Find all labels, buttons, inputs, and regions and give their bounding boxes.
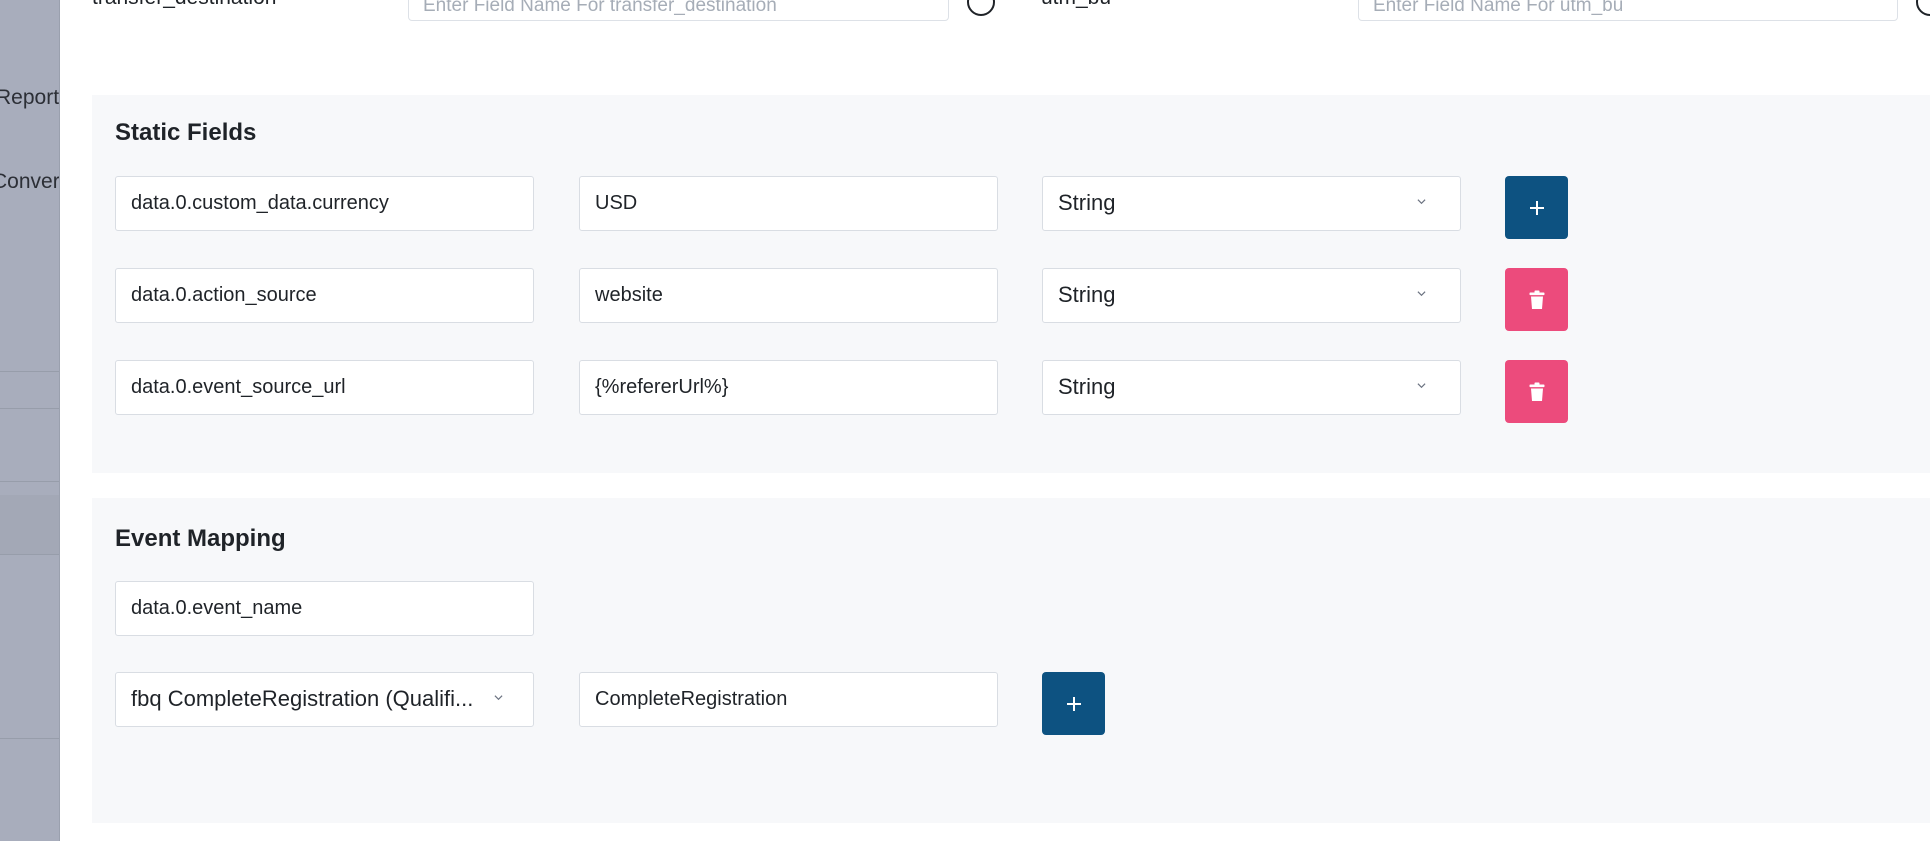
sidebar-divider bbox=[0, 554, 59, 555]
chevron-down-icon bbox=[1417, 291, 1426, 297]
trash-icon bbox=[1529, 382, 1544, 401]
static-field-type-value: String bbox=[1058, 374, 1116, 399]
event-select-value: fbq CompleteRegistration (Qualifi... bbox=[131, 686, 474, 711]
event-value-input[interactable] bbox=[579, 672, 998, 727]
chevron-down-icon bbox=[494, 695, 503, 701]
chevron-down-icon bbox=[1417, 199, 1426, 205]
sidebar-divider bbox=[0, 738, 59, 739]
static-field-type-select[interactable]: String bbox=[1042, 268, 1461, 323]
static-field-type-value: String bbox=[1058, 282, 1116, 307]
event-name-field-input[interactable] bbox=[115, 581, 534, 636]
static-field-type-select[interactable]: String bbox=[1042, 360, 1461, 415]
add-event-mapping-button[interactable] bbox=[1042, 672, 1105, 735]
static-field-key-input[interactable] bbox=[115, 268, 534, 323]
event-mapping-card: Event Mapping fbq CompleteRegistration (… bbox=[92, 498, 1930, 823]
static-field-value-input[interactable] bbox=[579, 268, 998, 323]
static-fields-card: Static Fields String String String bbox=[92, 95, 1930, 473]
add-static-field-button[interactable] bbox=[1505, 176, 1568, 239]
utm-bu-input[interactable] bbox=[1358, 0, 1898, 21]
trash-icon bbox=[1529, 290, 1544, 309]
main-content: transfer_destination utm_bu Static Field… bbox=[59, 0, 1930, 841]
sidebar-divider bbox=[0, 408, 59, 409]
sidebar-item-reports[interactable]: Report bbox=[0, 86, 59, 110]
delete-static-field-button[interactable] bbox=[1505, 360, 1568, 423]
sidebar-item-block[interactable] bbox=[0, 495, 59, 555]
event-mapping-title: Event Mapping bbox=[115, 525, 286, 552]
sidebar-divider bbox=[0, 371, 59, 372]
sidebar-item-conversions[interactable]: Conver bbox=[0, 170, 59, 194]
static-field-key-input[interactable] bbox=[115, 176, 534, 231]
info-circle-icon[interactable] bbox=[1916, 0, 1930, 16]
plus-icon bbox=[1066, 696, 1081, 711]
static-field-key-input[interactable] bbox=[115, 360, 534, 415]
transfer-destination-input[interactable] bbox=[408, 0, 949, 21]
plus-icon bbox=[1529, 200, 1544, 215]
chevron-down-icon bbox=[1417, 383, 1426, 389]
transfer-destination-label: transfer_destination bbox=[92, 0, 276, 10]
static-field-type-select[interactable]: String bbox=[1042, 176, 1461, 231]
static-fields-title: Static Fields bbox=[115, 119, 257, 146]
static-field-type-value: String bbox=[1058, 190, 1116, 215]
event-select[interactable]: fbq CompleteRegistration (Qualifi... bbox=[115, 672, 534, 727]
delete-static-field-button[interactable] bbox=[1505, 268, 1568, 331]
sidebar: Report Conver bbox=[0, 0, 60, 841]
static-field-value-input[interactable] bbox=[579, 176, 998, 231]
static-field-value-input[interactable] bbox=[579, 360, 998, 415]
utm-bu-label: utm_bu bbox=[1041, 0, 1111, 10]
sidebar-divider bbox=[0, 481, 59, 482]
info-circle-icon[interactable] bbox=[967, 0, 995, 16]
